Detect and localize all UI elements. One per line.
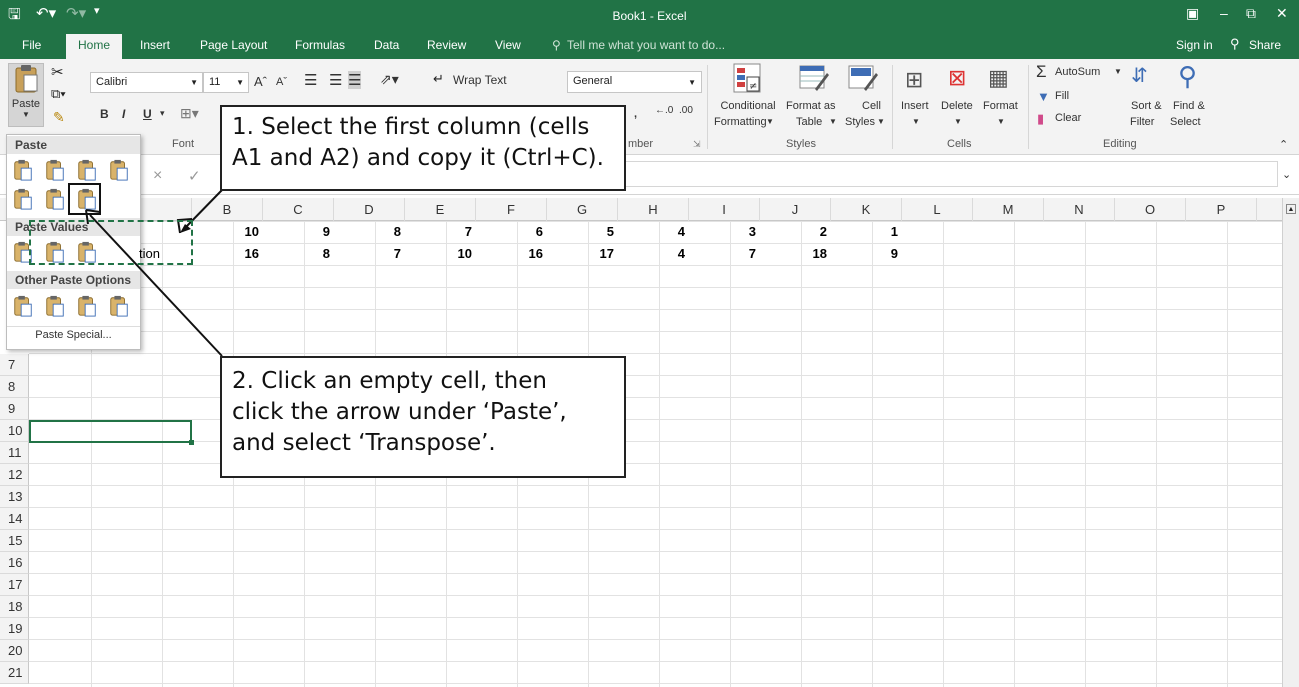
cell-h2[interactable]: 4 (618, 243, 689, 265)
cell-e2[interactable]: 10 (405, 243, 476, 265)
callout-step-2-line-1: 2. Click an empty cell, then (232, 368, 547, 394)
cell-c1[interactable]: 9 (263, 221, 334, 243)
cell-g1[interactable]: 5 (547, 221, 618, 243)
cell-b2[interactable]: 16 (192, 243, 263, 265)
cell-i2[interactable]: 7 (689, 243, 760, 265)
cell-j1[interactable]: 2 (760, 221, 831, 243)
callout-step-2-line-3: and select ‘Transpose’. (232, 430, 496, 456)
cell-f2[interactable]: 16 (476, 243, 547, 265)
cell-j2[interactable]: 18 (760, 243, 831, 265)
copy-marquee (29, 220, 193, 265)
cell-k1[interactable]: 1 (831, 221, 902, 243)
cell-e1[interactable]: 7 (405, 221, 476, 243)
callout-arrows (85, 189, 223, 357)
callout-step-2-line-2: click the arrow under ‘Paste’, (232, 399, 567, 425)
cell-d1[interactable]: 8 (334, 221, 405, 243)
cell-b1[interactable]: 10 (192, 221, 263, 243)
cell-h1[interactable]: 4 (618, 221, 689, 243)
cell-i1[interactable]: 3 (689, 221, 760, 243)
callout-step-2: 2. Click an empty cell, then click the a… (220, 356, 626, 478)
cell-d2[interactable]: 7 (334, 243, 405, 265)
callout-step-1-line-1: 1. Select the first column (cells (232, 114, 590, 140)
cell-f1[interactable]: 6 (476, 221, 547, 243)
callout-step-1: 1. Select the first column (cells A1 and… (220, 105, 626, 191)
cell-c2[interactable]: 8 (263, 243, 334, 265)
cell-g2[interactable]: 17 (547, 243, 618, 265)
callout-step-1-line-2: A1 and A2) and copy it (Ctrl+C). (232, 145, 604, 171)
cell-k2[interactable]: 9 (831, 243, 902, 265)
